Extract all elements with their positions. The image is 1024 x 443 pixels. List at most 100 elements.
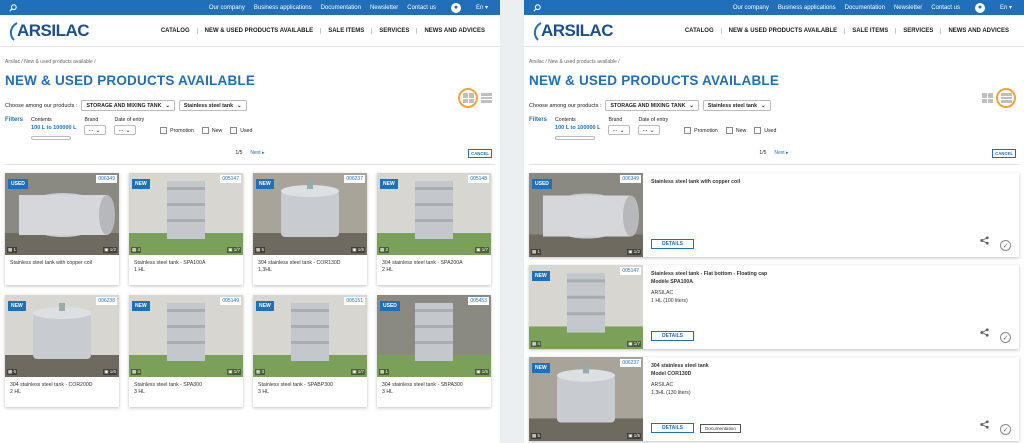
used-checkbox[interactable]: Used (754, 127, 776, 134)
logo[interactable]: ARSILAC (532, 21, 614, 41)
next-page-link[interactable]: Next ▸ (250, 150, 264, 156)
reference-badge: 006349 (96, 175, 117, 183)
nav-item[interactable]: NEWS AND ADVICES (416, 27, 492, 34)
subcategory-select[interactable]: Stainless steel tank ⌄ (702, 100, 771, 111)
list-view-icon[interactable] (1000, 93, 1012, 103)
nav-item[interactable]: SALE ITEMS (844, 27, 895, 34)
date-select[interactable]: ... ⌄ (114, 125, 137, 135)
product-list-item[interactable]: NEW 005147 ▩ 4 ▣ 1/7 Stainless steel tank - … (529, 265, 1019, 349)
date-select[interactable]: ... ⌄ (638, 125, 661, 135)
main-nav: ARSILAC CATALOG NEW & USED PRODUCTS AVAILA… (0, 15, 500, 47)
share-icon[interactable] (980, 416, 989, 434)
nav-item[interactable]: NEW & USED PRODUCTS AVAILABLE (720, 27, 845, 34)
product-title[interactable]: Stainless steel tank - SPA100A (134, 260, 238, 267)
grid-view-icon[interactable] (462, 93, 474, 103)
cancel-filters-button[interactable]: CANCEL (468, 149, 492, 158)
product-card[interactable]: NEW 005147 ▩ 4 ▣ 1/7 Stainless steel tank - … (129, 173, 243, 285)
product-capacity: 3 HL (134, 389, 145, 396)
top-link[interactable]: Newsletter (894, 5, 922, 11)
pane-divider (500, 0, 524, 443)
details-button[interactable]: DETAILS (651, 423, 695, 433)
check-icon[interactable]: ✓ (1000, 424, 1011, 435)
next-page-link[interactable]: Next ▸ (774, 150, 788, 156)
top-link[interactable]: Contact us (931, 5, 960, 11)
photo-count: ▣ 1/7 (351, 369, 365, 375)
product-title[interactable]: Stainless steel tank - SPA300 (134, 382, 238, 389)
view-toggle (458, 88, 492, 108)
top-link[interactable]: Our company (733, 5, 769, 11)
nav-item[interactable]: NEW & USED PRODUCTS AVAILABLE (196, 27, 321, 34)
top-links: Our company Business applications Document… (733, 2, 1016, 13)
user-icon[interactable]: ● (450, 2, 461, 13)
product-card[interactable]: NEW 005149 ▩ 4 ▣ 1/7 Stainless steel tank - … (129, 295, 243, 407)
product-card[interactable]: NEW 006238 ▩ 6 ▣ 1/6 304 stainless steel tan… (5, 295, 119, 407)
nav-item[interactable]: SALE ITEMS (320, 27, 371, 34)
photo-count: ▣ 1/2 (103, 247, 117, 253)
share-icon[interactable] (980, 324, 989, 342)
product-brand: ARSILAC (651, 382, 674, 389)
product-title-line: 304 stainless steel tank (651, 363, 709, 369)
nav-item[interactable]: NEWS AND ADVICES (940, 27, 1016, 34)
new-checkbox[interactable]: New (201, 127, 222, 134)
reference-badge: 005147 (620, 267, 641, 275)
details-button[interactable]: DETAILS (651, 239, 695, 249)
photo-count: ▣ 1/7 (475, 247, 489, 253)
nav-item[interactable]: CATALOG (678, 28, 721, 34)
used-checkbox[interactable]: Used (230, 127, 252, 134)
nav-item[interactable]: SERVICES (371, 27, 416, 34)
product-title[interactable]: 304 stainless steel tank - COR200D (10, 382, 114, 389)
nav-item[interactable]: CATALOG (154, 28, 197, 34)
promotion-checkbox[interactable]: Promotion (160, 127, 194, 134)
language-select[interactable]: En ▾ (476, 4, 488, 11)
search-icon[interactable] (8, 3, 18, 13)
filters-label: Filters (529, 117, 548, 123)
list-view-icon[interactable] (481, 93, 492, 103)
new-checkbox[interactable]: New (725, 127, 746, 134)
product-capacity: 3 HL (382, 389, 393, 396)
product-title[interactable]: 304 stainless steel tank - COR130D (258, 260, 362, 267)
nav-item[interactable]: SERVICES (895, 27, 940, 34)
top-link[interactable]: Documentation (321, 5, 361, 11)
cancel-filters-button[interactable]: CANCEL (992, 149, 1016, 158)
page-indicator: 1/5 (759, 150, 767, 156)
promotion-checkbox[interactable]: Promotion (684, 127, 718, 134)
stock-count: ▩ 4 (131, 369, 142, 375)
top-link[interactable]: Newsletter (370, 5, 398, 11)
language-select[interactable]: En ▾ (1000, 4, 1012, 11)
brand-select[interactable]: ... ⌄ (608, 125, 631, 135)
product-title[interactable]: Stainless steel tank - SPABP300 (258, 382, 362, 389)
category-select[interactable]: STORAGE AND MIXING TANK ⌄ (605, 100, 699, 111)
details-button[interactable]: DETAILS (651, 331, 695, 341)
product-chooser: Choose among our products : STORAGE AND M… (0, 88, 500, 111)
product-title[interactable]: 304 stainless steel tank - SBPA300 (382, 382, 486, 389)
divider (529, 164, 1019, 165)
product-title[interactable]: Stainless steel tank with copper coil (10, 260, 114, 267)
category-select[interactable]: STORAGE AND MIXING TANK ⌄ (81, 100, 175, 111)
product-list-item[interactable]: NEW 006237 ▩ 5 ▣ 1/5 304 stainless steel tan… (529, 357, 1019, 441)
product-list-item[interactable]: USED 006349 ▩ 1 ▣ 1/2 Stainless steel tank w… (529, 173, 1019, 257)
condition-badge: NEW (256, 179, 274, 189)
subcategory-select[interactable]: Stainless steel tank ⌄ (178, 100, 247, 111)
grid-view-icon[interactable] (982, 93, 993, 103)
check-icon[interactable]: ✓ (1000, 332, 1011, 343)
product-capacity: 2 HL (10, 389, 21, 396)
view-toggle (982, 88, 1016, 108)
top-link[interactable]: Business applications (778, 5, 836, 11)
product-card[interactable]: NEW 006237 ▩ 5 ▣ 1/5 304 stainless steel tan… (253, 173, 367, 285)
top-link[interactable]: Contact us (407, 5, 436, 11)
product-title[interactable]: 304 stainless steel tank - SPA200A (382, 260, 486, 267)
top-link[interactable]: Documentation (845, 5, 885, 11)
documentation-button[interactable]: Documentation (700, 424, 741, 433)
check-icon[interactable]: ✓ (1000, 240, 1011, 251)
product-card[interactable]: USED 006349 ▩ 1 ▣ 1/2 Stainless steel tank w… (5, 173, 119, 285)
user-icon[interactable]: ● (974, 2, 985, 13)
top-link[interactable]: Our company (209, 5, 245, 11)
product-card[interactable]: NEW 005151 ▩ 3 ▣ 1/7 Stainless steel tank - … (253, 295, 367, 407)
top-link[interactable]: Business applications (254, 5, 312, 11)
product-card[interactable]: USED 005453 ▩ 1 ▣ 1/5 304 stainless steel ta… (377, 295, 491, 407)
product-card[interactable]: NEW 005148 ▩ 2 ▣ 1/7 304 stainless steel tan… (377, 173, 491, 285)
share-icon[interactable] (980, 232, 989, 250)
brand-select[interactable]: ... ⌄ (84, 125, 107, 135)
search-icon[interactable] (532, 3, 542, 13)
logo[interactable]: ARSILAC (8, 21, 90, 41)
